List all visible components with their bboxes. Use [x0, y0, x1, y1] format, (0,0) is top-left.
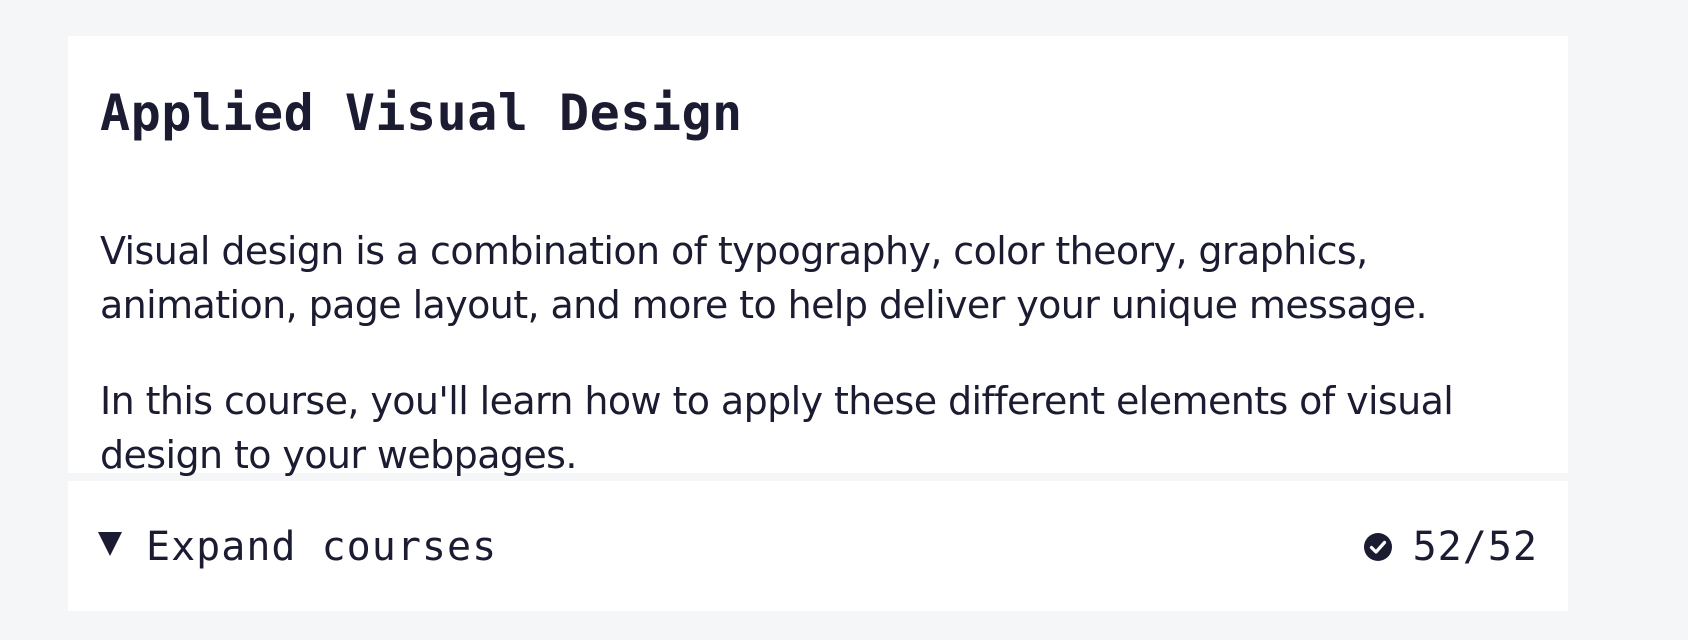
- course-block-description-2: In this course, you'll learn how to appl…: [100, 379, 1454, 477]
- triangle-down-icon: [98, 532, 122, 556]
- course-block-title[interactable]: Applied Visual Design: [100, 88, 743, 138]
- course-block-footer: Expand courses 52/52: [68, 481, 1568, 611]
- course-block-card: Applied Visual Design Visual design is a…: [68, 36, 1568, 477]
- expand-courses-button[interactable]: Expand courses: [98, 519, 497, 575]
- completion-count: 52/52: [1412, 524, 1538, 570]
- expand-courses-label: Expand courses: [146, 524, 498, 570]
- check-circle-icon: [1363, 532, 1393, 562]
- course-block-description-1: Visual design is a combination of typogr…: [100, 229, 1428, 327]
- completion-status: 52/52: [1363, 519, 1538, 575]
